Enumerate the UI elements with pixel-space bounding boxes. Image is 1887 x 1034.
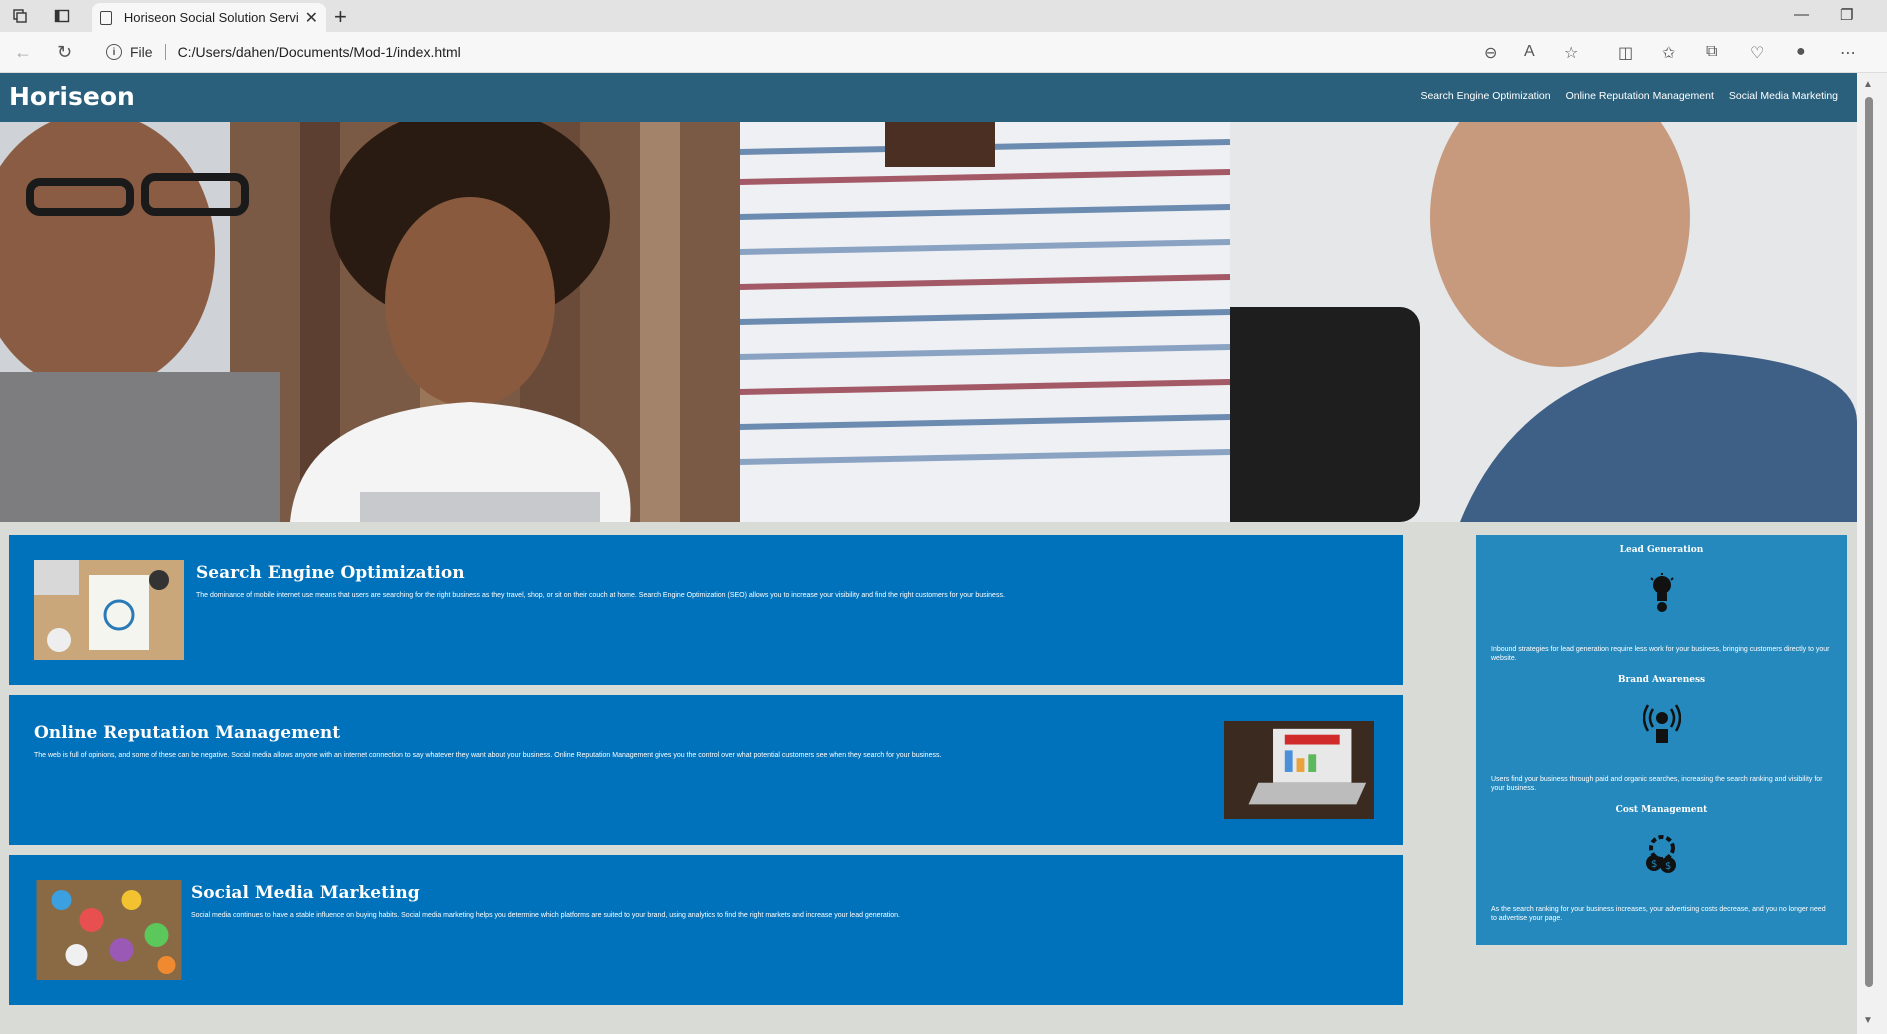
brand-awareness-text: Users find your business through paid an… xyxy=(1491,776,1823,792)
benefit-brand-awareness: Brand Awareness Users find your business… xyxy=(1476,675,1847,793)
zoom-out-icon[interactable]: ⊖ xyxy=(1484,43,1497,63)
lightbulb-icon xyxy=(1642,573,1682,613)
nav-link-reputation[interactable]: Online Reputation Management xyxy=(1566,90,1714,102)
cost-management-heading: Cost Management xyxy=(1615,805,1708,815)
broadcast-icon xyxy=(1642,703,1682,743)
read-aloud-icon[interactable]: A xyxy=(1524,43,1535,61)
lead-generation-text: Inbound strategies for lead generation r… xyxy=(1491,646,1830,662)
brand-awareness-heading: Brand Awareness xyxy=(1617,675,1706,685)
nav-link-social-media[interactable]: Social Media Marketing xyxy=(1729,90,1838,102)
nav-link-seo[interactable]: Search Engine Optimization xyxy=(1420,90,1550,102)
more-menu-icon[interactable]: ⋯ xyxy=(1840,43,1856,63)
hero-image xyxy=(0,122,1857,522)
site-logo[interactable]: Horiseon xyxy=(9,82,135,111)
content-card-seo: Search Engine Optimization The dominance… xyxy=(9,535,1403,685)
gear-money-icon: $ $ xyxy=(1642,833,1682,873)
cost-management-text: As the search ranking for your business … xyxy=(1491,906,1826,922)
browser-essentials-icon[interactable]: ♡ xyxy=(1750,43,1764,63)
refresh-button[interactable]: ↻ xyxy=(57,42,72,63)
reputation-heading: Online Reputation Management xyxy=(34,723,341,743)
benefits-sidebar: Lead Generation Inbound strategies for l… xyxy=(1476,535,1847,945)
scroll-up-arrow[interactable]: ▲ xyxy=(1863,79,1873,90)
favorite-star-icon[interactable]: ☆ xyxy=(1564,43,1578,63)
svg-text:$: $ xyxy=(1665,861,1671,872)
content-card-reputation: Online Reputation Management The web is … xyxy=(9,695,1403,845)
address-bar: ← ↻ i File C:/Users/dahen/Documents/Mod-… xyxy=(0,32,1887,73)
browser-tab-bar: Horiseon Social Solution Services ✕ + — … xyxy=(0,0,1887,32)
benefit-lead-generation: Lead Generation Inbound strategies for l… xyxy=(1476,545,1847,663)
scrollbar-thumb[interactable] xyxy=(1865,97,1873,987)
seo-description: The dominance of mobile internet use mea… xyxy=(196,592,1005,599)
seo-thumbnail xyxy=(34,560,184,660)
url-text: C:/Users/dahen/Documents/Mod-1/index.htm… xyxy=(177,44,461,60)
url-scheme-label: File xyxy=(130,44,153,60)
document-icon xyxy=(100,10,112,25)
social-media-heading: Social Media Marketing xyxy=(191,883,420,903)
tab-title: Horiseon Social Solution Services xyxy=(123,10,299,25)
page-viewport: Horiseon Search Engine Optimization Onli… xyxy=(0,73,1857,1034)
workspaces-icon[interactable] xyxy=(10,6,30,26)
reputation-thumbnail xyxy=(1224,720,1374,820)
new-tab-button[interactable]: + xyxy=(334,4,347,30)
content-card-social-media: Social Media Marketing Social media cont… xyxy=(9,855,1403,1005)
seo-heading: Search Engine Optimization xyxy=(196,563,465,583)
profile-icon[interactable]: ● xyxy=(1796,43,1806,61)
close-tab-icon[interactable]: ✕ xyxy=(305,8,318,28)
scroll-down-arrow[interactable]: ▼ xyxy=(1863,1015,1873,1026)
browser-tab[interactable]: Horiseon Social Solution Services ✕ xyxy=(92,3,326,32)
back-button[interactable]: ← xyxy=(14,42,32,63)
benefit-cost-management: Cost Management $ $ As the search ranking… xyxy=(1476,805,1847,923)
reputation-description: The web is full of opinions, and some of… xyxy=(34,752,942,759)
social-media-thumbnail xyxy=(36,880,182,980)
split-screen-icon[interactable]: ◫ xyxy=(1618,43,1633,63)
svg-text:$: $ xyxy=(1651,859,1657,870)
collections-icon[interactable]: ⧉ xyxy=(1706,43,1717,61)
lead-generation-heading: Lead Generation xyxy=(1619,545,1704,555)
social-media-description: Social media continues to have a stable … xyxy=(191,912,900,919)
vertical-tabs-icon[interactable] xyxy=(52,6,72,26)
top-navigation: Search Engine Optimization Online Reputa… xyxy=(1420,90,1838,102)
page-scrollbar[interactable]: ▲ ▼ xyxy=(1857,73,1887,1034)
url-field[interactable]: i File C:/Users/dahen/Documents/Mod-1/in… xyxy=(106,37,1598,67)
site-info-icon[interactable]: i xyxy=(106,44,122,60)
favorites-icon[interactable]: ✩ xyxy=(1662,43,1675,63)
restore-button[interactable]: ❐ xyxy=(1840,6,1853,24)
minimize-button[interactable]: — xyxy=(1794,6,1809,23)
site-header: Horiseon Search Engine Optimization Onli… xyxy=(0,73,1857,122)
url-divider xyxy=(164,44,166,60)
